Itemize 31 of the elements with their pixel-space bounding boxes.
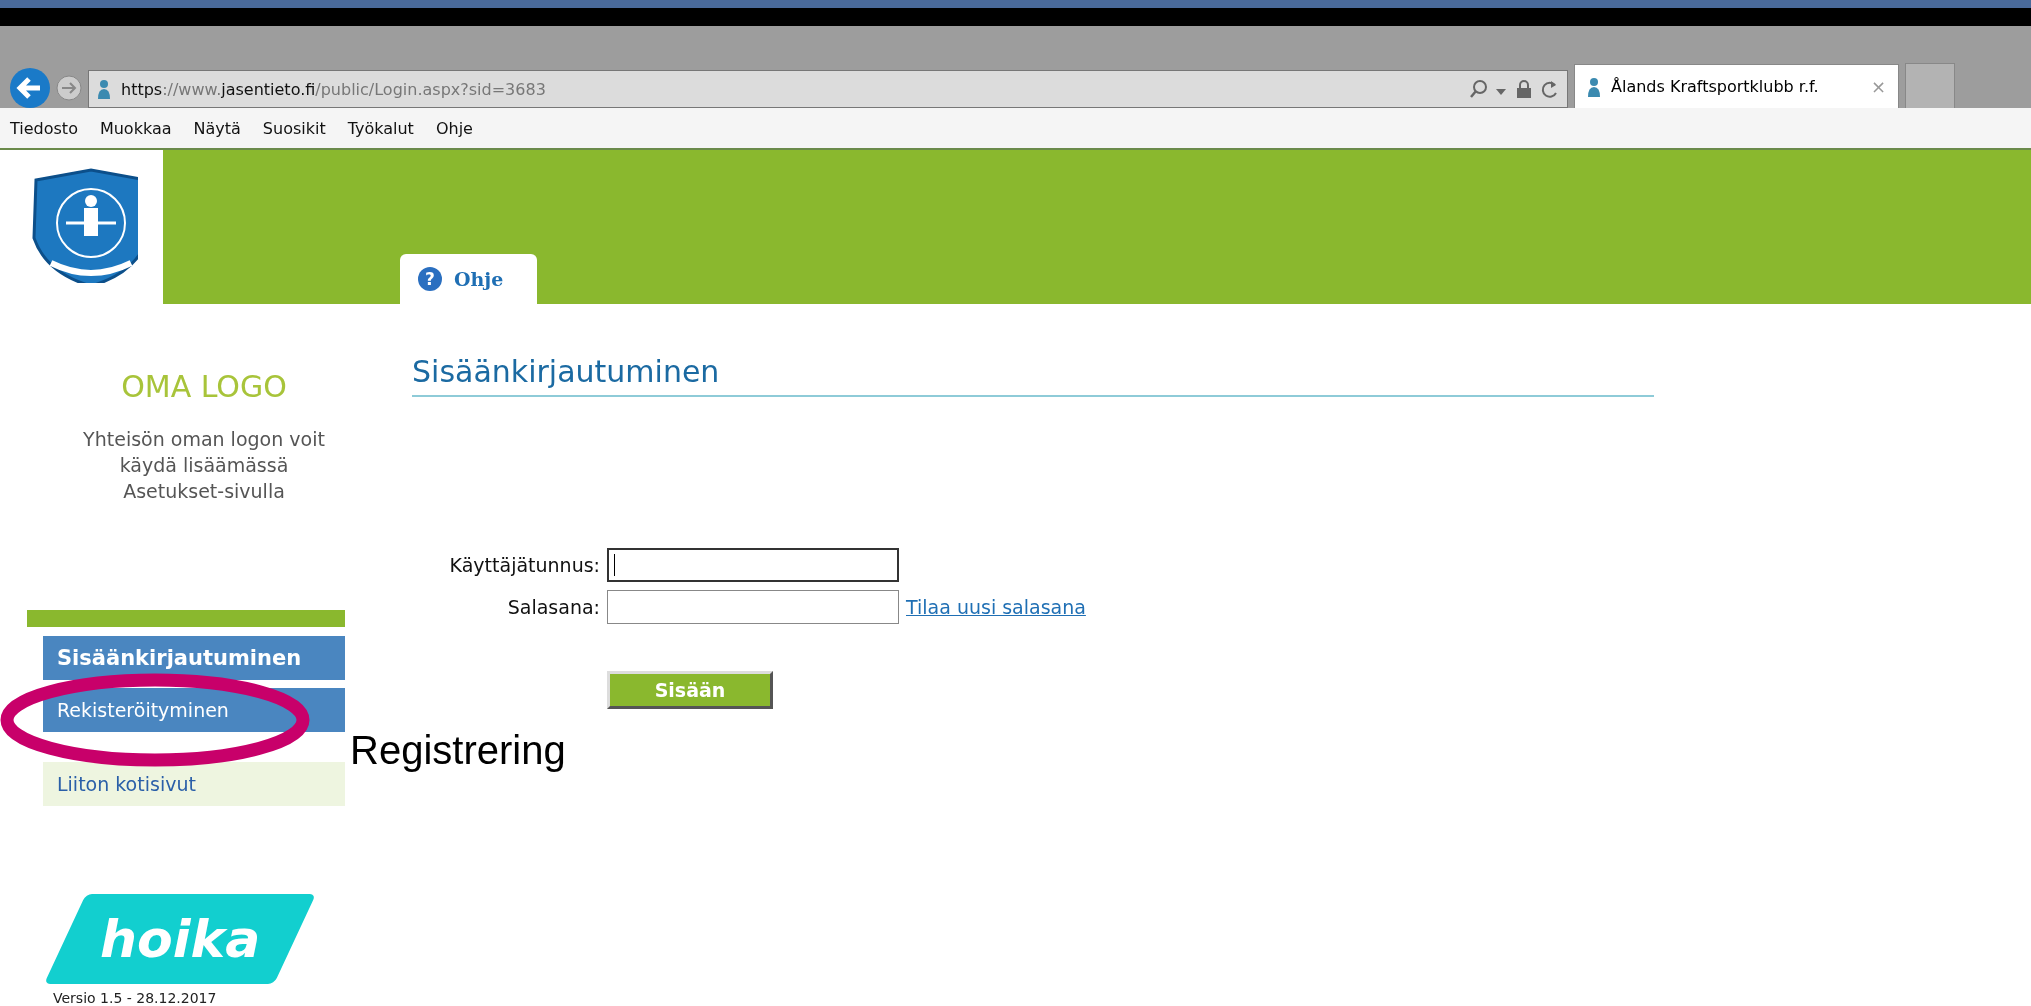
tab-title: Ålands Kraftsportklubb r.f. bbox=[1611, 77, 1820, 96]
menu-item[interactable]: Ohje bbox=[435, 118, 473, 138]
menu-item[interactable]: Suosikit bbox=[262, 118, 326, 138]
address-bar[interactable]: https://www.jasentieto.fi/public/Login.aspx?sid=3683 bbox=[88, 70, 1568, 108]
refresh-icon[interactable] bbox=[1541, 79, 1559, 99]
page-title: Sisäänkirjautuminen bbox=[412, 354, 1654, 397]
reset-password-link[interactable]: Tilaa uusi salasana bbox=[906, 596, 2031, 618]
menu-item[interactable]: Työkalut bbox=[347, 118, 414, 138]
version-text: Versio 1.5 - 28.12.2017 bbox=[53, 990, 218, 1006]
help-tab[interactable]: ? Ohje bbox=[400, 254, 538, 304]
browser-tab[interactable]: Ålands Kraftsportklubb r.f. × bbox=[1574, 64, 1899, 108]
input-field[interactable] bbox=[607, 548, 899, 582]
annotation-text: Registrering bbox=[350, 728, 566, 773]
field-label: Käyttäjätunnus: bbox=[448, 554, 600, 576]
forward-button[interactable] bbox=[56, 75, 82, 101]
search-icon[interactable] bbox=[1469, 79, 1487, 99]
logo-placeholder-title: OMA LOGO bbox=[120, 369, 288, 404]
menu-item[interactable]: Muokkaa bbox=[99, 118, 172, 138]
person-icon bbox=[1587, 76, 1601, 97]
menu-item[interactable]: Tiedosto bbox=[10, 118, 78, 138]
lock-icon bbox=[1515, 79, 1533, 99]
logo-hint-text: Yhteisön oman logon voit käydä lisäämässä Asetukset-sivulla bbox=[82, 427, 326, 504]
person-icon bbox=[97, 79, 111, 99]
address-url[interactable]: https://www.jasentieto.fi/public/Login.aspx?sid=3683 bbox=[121, 79, 1459, 99]
help-icon: ? bbox=[418, 267, 442, 291]
menu-item[interactable]: Näytä bbox=[193, 118, 241, 138]
sidebar-item[interactable]: Sisäänkirjautuminen bbox=[43, 636, 345, 680]
input-field[interactable] bbox=[607, 590, 899, 624]
field-label: Salasana: bbox=[506, 596, 600, 618]
brand-logo: hoika bbox=[44, 894, 316, 984]
back-button[interactable] bbox=[10, 68, 50, 108]
